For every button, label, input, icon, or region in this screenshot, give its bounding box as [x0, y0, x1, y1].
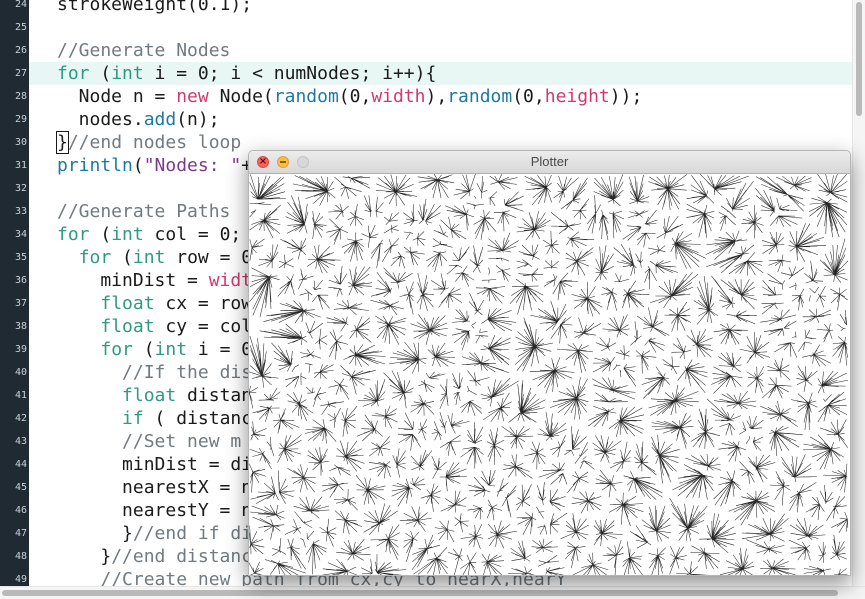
code-text: }//end distanc — [57, 546, 253, 567]
code-line[interactable]: for (int i = 0; i < numNodes; i++){ — [29, 62, 852, 85]
code-text: println("Nodes: "+ — [57, 155, 253, 176]
plot-lines — [249, 174, 849, 575]
line-number: 26 — [14, 45, 27, 56]
window-titlebar[interactable]: × Plotter — [249, 151, 850, 174]
line-number: 35 — [14, 252, 27, 263]
code-text: }//end nodes loop — [56, 131, 242, 154]
code-text: float cx = row — [100, 293, 253, 314]
code-text: minDist = width — [57, 270, 263, 291]
code-text: strokeWeight(0.1); — [57, 0, 253, 15]
code-text: for (int row = 0 — [78, 247, 253, 268]
code-text: nodes.add(n); — [57, 109, 220, 130]
plotter-window[interactable]: × Plotter — [248, 150, 851, 576]
code-text: for (int col = 0; — [57, 224, 242, 245]
line-number: 44 — [14, 459, 27, 470]
line-number: 25 — [14, 22, 27, 33]
line-number: 47 — [14, 528, 27, 539]
plot-canvas — [249, 174, 849, 575]
line-number: 27 — [14, 68, 27, 79]
code-line[interactable] — [29, 16, 852, 39]
code-text: float cy = col — [100, 316, 253, 337]
code-text: for (int i = 0; i < numNodes; i++){ — [57, 63, 437, 84]
plot-path — [249, 174, 849, 575]
line-number: 45 — [14, 482, 27, 493]
line-number: 41 — [14, 390, 27, 401]
code-text: }//end if di — [57, 523, 253, 544]
code-line[interactable]: nodes.add(n); — [29, 108, 852, 131]
line-number: 40 — [14, 367, 27, 378]
code-line[interactable]: Node n = new Node(random(0,width),random… — [29, 85, 852, 108]
code-text: //If the dis — [122, 362, 253, 383]
code-text: for (int i = 0 — [100, 339, 253, 360]
line-number-gutter: 24 25 26 27 28 29 30 31 32 33 34 35 36 37 38 39 40 41 42 43… — [0, 0, 29, 586]
code-text: nearestX = n — [57, 477, 253, 498]
line-number: 38 — [14, 321, 27, 332]
code-text: //Generate Paths — [57, 201, 231, 222]
code-text: //Set new m — [122, 431, 242, 452]
code-text: minDist = di — [57, 454, 253, 475]
line-number: 36 — [14, 275, 27, 286]
line-number: 29 — [14, 114, 27, 125]
window-title: Plotter — [530, 154, 569, 169]
line-number: 34 — [14, 229, 27, 240]
code-line[interactable]: //Generate Nodes — [29, 39, 852, 62]
code-text: //Generate Nodes — [57, 40, 231, 61]
line-number: 24 — [14, 0, 27, 10]
line-number: 32 — [14, 183, 27, 194]
plot-canvas-area — [249, 174, 850, 575]
line-number: 42 — [14, 413, 27, 424]
line-number: 39 — [14, 344, 27, 355]
horizontal-scrollbar[interactable] — [0, 586, 865, 599]
horizontal-scroll-thumb[interactable] — [2, 590, 838, 596]
vertical-scrollbar[interactable] — [852, 0, 865, 586]
line-number: 31 — [14, 160, 27, 171]
line-number: 46 — [14, 505, 27, 516]
code-text: nearestY = n — [57, 500, 253, 521]
line-number: 33 — [14, 206, 27, 217]
code-text: float distan — [122, 385, 253, 406]
line-number: 37 — [14, 298, 27, 309]
line-number: 28 — [14, 91, 27, 102]
code-text: Node n = new Node(random(0,width),random… — [57, 86, 643, 107]
vertical-scroll-thumb[interactable] — [856, 2, 862, 116]
line-number: 30 — [14, 137, 27, 148]
line-number: 43 — [14, 436, 27, 447]
code-text: if ( distanc — [122, 408, 253, 429]
line-number: 48 — [14, 551, 27, 562]
code-line[interactable]: strokeWeight(0.1); — [29, 0, 852, 16]
